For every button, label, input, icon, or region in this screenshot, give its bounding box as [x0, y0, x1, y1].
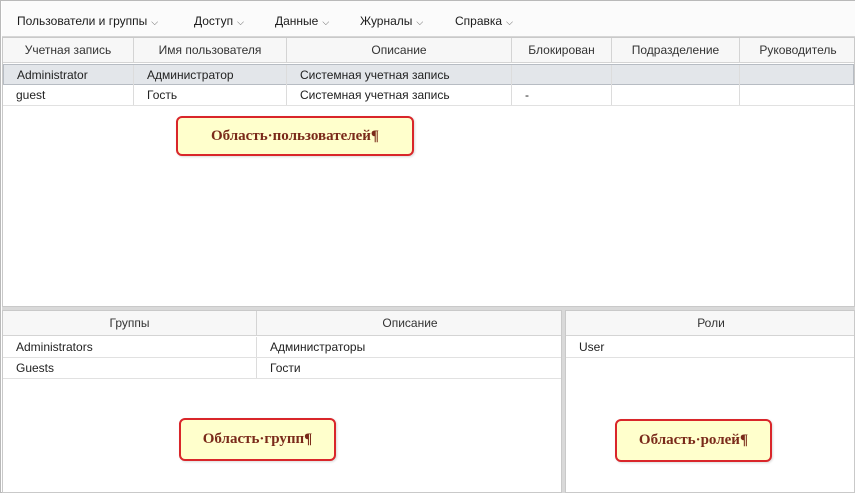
users-panel: Учетная запись Имя пользователя Описание…	[2, 37, 855, 307]
roles-table-header: Роли	[566, 311, 854, 336]
menu-data[interactable]: Данные ⌵	[275, 13, 329, 29]
column-header-group-description[interactable]: Описание	[257, 311, 561, 336]
users-table-header: Учетная запись Имя пользователя Описание…	[3, 38, 854, 63]
column-header-description[interactable]: Описание	[287, 38, 512, 63]
table-row[interactable]: guest Гость Системная учетная запись -	[3, 85, 854, 106]
column-header-account[interactable]: Учетная запись	[3, 38, 134, 63]
cell-manager	[740, 65, 854, 85]
menu-access[interactable]: Доступ ⌵	[194, 13, 244, 29]
menu-access-label: Доступ	[194, 14, 234, 28]
table-row[interactable]: Administrator Администратор Системная уч…	[3, 64, 854, 85]
menu-bar: Пользователи и группы ⌵ Доступ ⌵ Данные ⌵ Ж…	[2, 1, 855, 37]
column-header-groups[interactable]: Группы	[3, 311, 257, 336]
cell-description: Системная учетная запись	[287, 65, 512, 85]
column-header-manager[interactable]: Руководитель	[740, 38, 854, 63]
menu-data-label: Данные	[275, 14, 319, 28]
chevron-down-icon: ⌵	[322, 17, 330, 27]
cell-group-description: Гости	[270, 361, 301, 375]
app-window: Пользователи и группы ⌵ Доступ ⌵ Данные ⌵ Ж…	[0, 0, 855, 493]
menu-users-groups[interactable]: Пользователи и группы ⌵	[17, 13, 158, 29]
table-row[interactable]: Guests Гости	[3, 358, 561, 379]
column-header-department[interactable]: Подразделение	[612, 38, 740, 63]
cell-description: Системная учетная запись	[287, 85, 512, 105]
column-header-username[interactable]: Имя пользователя	[134, 38, 287, 63]
cell-username: Администратор	[134, 65, 287, 85]
cell-group-description: Администраторы	[270, 340, 366, 354]
chevron-down-icon: ⌵	[237, 17, 244, 27]
groups-panel: Группы Описание Administrators Администр…	[2, 310, 562, 493]
cell-account: Administrator	[4, 65, 134, 85]
roles-panel: Роли User	[565, 310, 855, 493]
cell-department	[612, 85, 740, 105]
cell-group: Administrators	[3, 337, 257, 357]
users-area-callout: Область·пользователей¶	[176, 116, 414, 156]
table-row[interactable]: User	[566, 337, 854, 358]
cell-manager	[740, 85, 854, 105]
cell-group: Guests	[3, 358, 257, 378]
column-header-roles[interactable]: Роли	[566, 311, 854, 336]
chevron-down-icon: ⌵	[506, 17, 513, 27]
cell-blocked	[512, 65, 612, 85]
column-header-blocked[interactable]: Блокирован	[512, 38, 612, 63]
cell-blocked: -	[512, 85, 612, 105]
cell-username: Гость	[134, 85, 287, 105]
menu-users-groups-label: Пользователи и группы	[17, 14, 148, 28]
chevron-down-icon: ⌵	[151, 17, 159, 27]
groups-area-callout: Область·групп¶	[179, 418, 336, 461]
menu-help-label: Справка	[455, 14, 503, 28]
groups-table-header: Группы Описание	[3, 311, 561, 336]
chevron-down-icon: ⌵	[416, 17, 424, 27]
menu-help[interactable]: Справка ⌵	[455, 13, 513, 29]
table-row[interactable]: Administrators Администраторы	[3, 337, 561, 358]
roles-area-callout: Область·ролей¶	[615, 419, 772, 462]
cell-account: guest	[3, 85, 134, 105]
menu-logs-label: Журналы	[360, 14, 413, 28]
menu-logs[interactable]: Журналы ⌵	[360, 13, 423, 29]
cell-role: User	[579, 340, 605, 354]
cell-department	[612, 65, 740, 85]
